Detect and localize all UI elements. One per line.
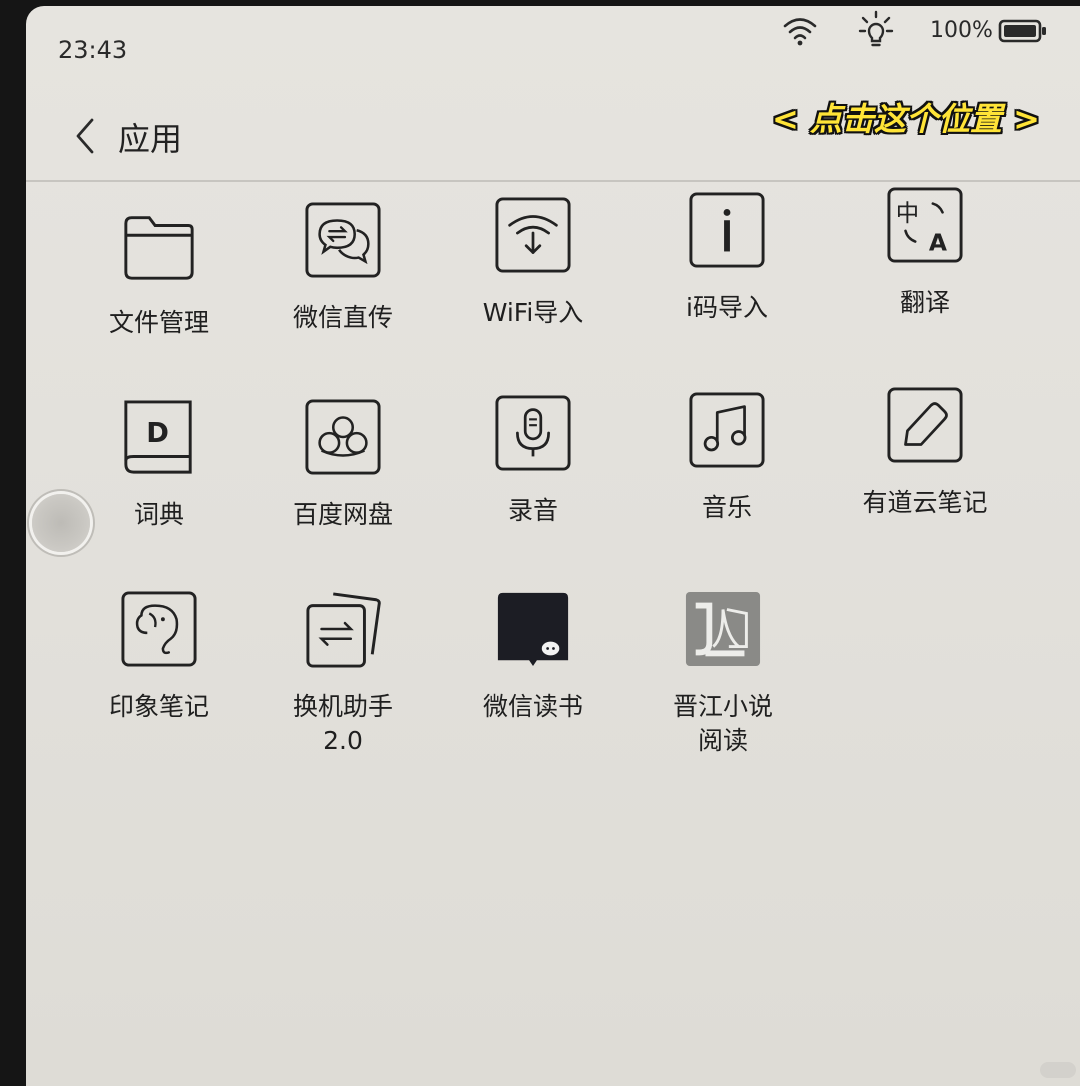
app-i-code-import[interactable]: i码导入 xyxy=(642,191,812,325)
app-label: 百度网盘 xyxy=(292,500,393,529)
app-label: 换机助手 2.0 xyxy=(292,692,393,755)
dictionary-icon: D xyxy=(124,400,192,474)
app-wechat-transfer[interactable]: 微信直传 xyxy=(258,201,428,335)
app-file-manager[interactable]: 文件管理 xyxy=(74,206,244,340)
app-label: 微信读书 xyxy=(482,692,583,721)
svg-text:D: D xyxy=(146,418,169,449)
app-jinjiang-novel[interactable]: 晋江小说 阅读 xyxy=(638,590,808,758)
music-note-icon xyxy=(689,392,765,468)
app-label: 印象笔记 xyxy=(108,692,209,721)
back-chevron-icon[interactable] xyxy=(72,116,98,156)
app-evernote[interactable]: 印象笔记 xyxy=(74,590,244,724)
app-label: 晋江小说 阅读 xyxy=(672,692,773,755)
battery-icon xyxy=(998,19,1046,43)
translate-icon: 中 A xyxy=(887,187,963,263)
app-wifi-import[interactable]: WiFi导入 xyxy=(448,196,618,330)
app-label: 微信直传 xyxy=(292,303,393,332)
app-music[interactable]: 音乐 xyxy=(642,391,812,525)
app-label: 音乐 xyxy=(701,493,752,522)
microphone-icon xyxy=(495,395,571,471)
header-divider xyxy=(26,180,1080,182)
battery-percent: 100% xyxy=(930,18,993,43)
i-code-icon xyxy=(689,192,765,268)
app-translate[interactable]: 中 A 翻译 xyxy=(840,186,1010,320)
jinjiang-book-icon xyxy=(685,591,761,667)
frontlight-icon xyxy=(858,10,894,47)
app-label: i码导入 xyxy=(686,293,768,322)
app-label: WiFi导入 xyxy=(482,298,584,327)
switch-cards-icon xyxy=(306,592,381,668)
app-youdao-note[interactable]: 有道云笔记 xyxy=(840,386,1010,520)
app-label: 翻译 xyxy=(899,288,950,317)
app-baidu-netdisk[interactable]: 百度网盘 xyxy=(258,398,428,532)
app-recorder[interactable]: 录音 xyxy=(448,394,618,528)
app-wechat-read[interactable]: 微信读书 xyxy=(448,590,618,724)
tutorial-annotation: < 点击这个位置 > xyxy=(772,100,1040,138)
pencil-icon xyxy=(887,387,963,463)
wechat-transfer-icon xyxy=(305,202,381,278)
evernote-elephant-icon xyxy=(121,591,197,667)
app-phone-switch[interactable]: 换机助手 2.0 xyxy=(258,590,428,758)
app-label: 文件管理 xyxy=(108,308,209,337)
wechat-read-icon xyxy=(497,592,569,667)
app-label: 录音 xyxy=(507,496,558,525)
app-label: 有道云笔记 xyxy=(862,488,988,517)
watermark-badge xyxy=(1040,1062,1076,1078)
baidu-netdisk-icon xyxy=(305,399,381,475)
page-title: 应用 xyxy=(118,120,183,158)
svg-text:A: A xyxy=(929,228,947,256)
svg-text:中: 中 xyxy=(896,199,919,227)
wifi-import-icon xyxy=(495,197,571,273)
app-dictionary[interactable]: D 词典 xyxy=(74,398,244,532)
device-screen: 23:43 100% 应用 < 点击这个位置 > 文件管理 微信直传 WiFi导… xyxy=(26,6,1080,1086)
folder-icon xyxy=(124,216,194,280)
wifi-icon xyxy=(783,18,817,46)
app-label: 词典 xyxy=(133,500,184,529)
status-time: 23:43 xyxy=(58,36,128,64)
